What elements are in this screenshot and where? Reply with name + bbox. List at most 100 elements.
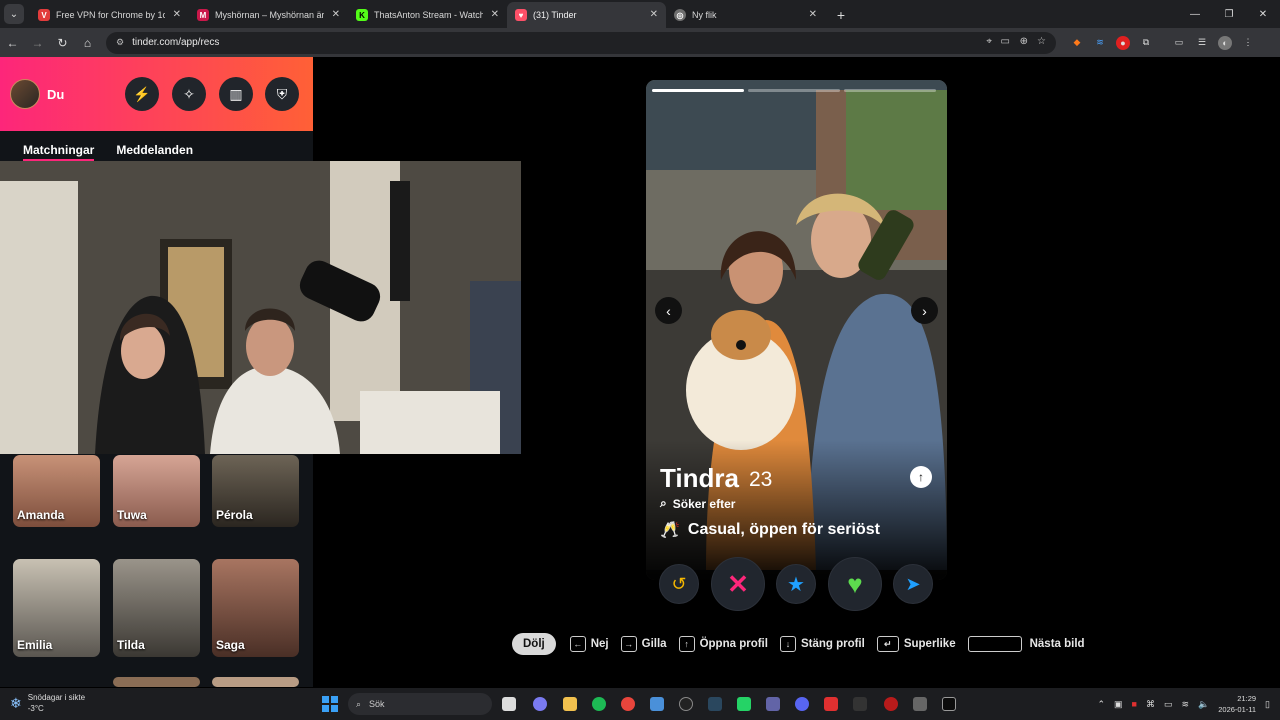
browser-tab[interactable]: M Myshörnan – Myshörnan är san ✕ <box>189 2 348 28</box>
restore-icon[interactable]: ❐ <box>1212 0 1246 28</box>
safety-shield-icon[interactable]: ⛨ <box>265 77 299 111</box>
browser-tab[interactable]: K ThatsAnton Stream - Watch Liv ✕ <box>348 2 507 28</box>
chevron-up-icon[interactable]: ⌃ <box>1097 699 1105 710</box>
explore-compass-icon[interactable]: ✧ <box>172 77 206 111</box>
whatsapp-icon[interactable] <box>737 697 751 711</box>
match-name: Tuwa <box>117 508 147 522</box>
install-app-icon[interactable]: ▭ <box>1001 36 1010 47</box>
wifi-icon[interactable]: ≋ <box>1181 699 1189 710</box>
forward-icon[interactable]: → <box>25 36 50 50</box>
work-briefcase-icon[interactable]: ▥ <box>219 77 253 111</box>
notifications-icon[interactable]: ▯ <box>1265 699 1270 710</box>
browser-tab-active[interactable]: ♥ (31) Tinder ✕ <box>507 2 666 28</box>
profile-card[interactable]: ‹ › Tindra 23 ↑ ⌕ Söker efter 🥂 Casual, … <box>646 80 947 580</box>
match-card[interactable]: Tilda <box>113 559 200 657</box>
bookmark-star-icon[interactable]: ☆ <box>1037 36 1046 47</box>
search-label: Sök <box>369 699 385 709</box>
tab-title: Free VPN for Chrome by 1clickVPN <box>56 10 165 20</box>
shortcut-label: Stäng profil <box>800 638 865 650</box>
nope-button[interactable]: ✕ <box>711 557 765 611</box>
tool-icon[interactable] <box>913 697 927 711</box>
shortcut-close-profile: ↓ Stäng profil <box>779 636 865 652</box>
extensions-puzzle-icon[interactable]: ⧉ <box>1139 36 1153 50</box>
arrow-left-key-icon: ← <box>569 636 586 652</box>
clock[interactable]: 21:29 2026-01-11 <box>1218 693 1256 715</box>
close-icon[interactable]: ✕ <box>491 9 499 20</box>
adblock-icon[interactable]: ● <box>1116 35 1130 50</box>
boost-icon[interactable]: ⚡ <box>125 77 159 111</box>
terminal-icon[interactable] <box>942 697 956 711</box>
close-window-icon[interactable]: ✕ <box>1246 0 1280 28</box>
vpn-extension-icon[interactable]: ≋ <box>1093 36 1107 50</box>
site-info-icon[interactable]: ⚙ <box>116 37 124 48</box>
weather-widget[interactable]: ❄ Snödagar i sikte -3°C <box>10 692 85 714</box>
new-tab-button[interactable]: + <box>831 5 851 25</box>
tab-matches[interactable]: Matchningar <box>23 143 95 161</box>
profile-avatar-icon[interactable]: ◐ <box>1218 35 1232 50</box>
zoom-icon[interactable]: ⊕ <box>1020 36 1028 47</box>
arrow-down-key-icon: ↓ <box>779 636 796 652</box>
close-icon[interactable]: ✕ <box>809 9 817 20</box>
tab-messages[interactable]: Meddelanden <box>116 143 193 161</box>
photo-indicator[interactable] <box>844 89 936 92</box>
spotify-icon[interactable] <box>592 697 606 711</box>
match-card[interactable]: Tuwa <box>113 455 200 527</box>
copilot-icon[interactable] <box>533 697 547 711</box>
tray-red-icon[interactable]: ■ <box>1132 699 1137 709</box>
close-icon[interactable]: ✕ <box>332 9 340 20</box>
browser-tab[interactable]: ◎ Ny flik ✕ <box>666 2 825 28</box>
display-icon[interactable]: ▭ <box>1164 699 1173 710</box>
open-profile-arrow-icon[interactable]: ↑ <box>910 466 932 488</box>
taskbar-search[interactable]: ⌕ Sök <box>348 693 492 715</box>
record-icon[interactable] <box>884 697 898 711</box>
tinder-icon: ♥ <box>515 9 527 21</box>
back-icon[interactable]: ← <box>0 36 25 50</box>
capcut-icon[interactable] <box>853 697 867 711</box>
tray-app-icon[interactable]: ▣ <box>1114 699 1123 710</box>
volume-icon[interactable]: 🔈 <box>1198 699 1209 710</box>
match-card[interactable]: Pérola <box>212 455 299 527</box>
reload-icon[interactable]: ↻ <box>50 36 75 50</box>
teams-icon[interactable] <box>766 697 780 711</box>
obs-icon[interactable] <box>679 697 693 711</box>
steam-icon[interactable] <box>708 697 722 711</box>
like-button[interactable]: ♥ <box>828 557 882 611</box>
arrow-right-key-icon: → <box>620 636 637 652</box>
tab-search-button[interactable]: ⌄ <box>4 4 24 24</box>
shortcut-like: → Gilla <box>620 636 667 652</box>
cast-icon[interactable]: ▭ <box>1172 36 1186 50</box>
browser-tab[interactable]: V Free VPN for Chrome by 1clickVPN ✕ <box>30 2 189 28</box>
windows-start-icon[interactable] <box>322 696 338 712</box>
minimize-icon[interactable]: — <box>1178 0 1212 28</box>
photo-indicator[interactable] <box>652 89 744 92</box>
previous-photo-icon[interactable]: ‹ <box>655 297 682 324</box>
close-icon[interactable]: ✕ <box>173 9 181 20</box>
match-card[interactable] <box>113 677 200 687</box>
task-view-icon[interactable] <box>502 697 516 711</box>
close-icon[interactable]: ✕ <box>650 9 658 20</box>
app-red-icon[interactable] <box>824 697 838 711</box>
match-card[interactable] <box>212 677 299 687</box>
address-bar[interactable]: ⚙ tinder.com/app/recs ⌖ ▭ ⊕ ☆ <box>106 31 1056 54</box>
metamask-icon[interactable]: ◆ <box>1070 36 1084 50</box>
match-card[interactable]: Amanda <box>13 455 100 527</box>
file-explorer-icon[interactable] <box>563 697 577 711</box>
rewind-button[interactable]: ↺ <box>659 564 699 604</box>
chrome-taskbar-icon[interactable] <box>621 697 635 711</box>
photo-indicator[interactable] <box>748 89 840 92</box>
profile-age: 23 <box>749 468 773 491</box>
hide-shortcuts-button[interactable]: Dölj <box>512 633 556 655</box>
tab-list-icon[interactable]: ☰ <box>1195 36 1209 50</box>
menu-icon[interactable]: ⋮ <box>1241 36 1255 50</box>
boost-send-button[interactable]: ➤ <box>893 564 933 604</box>
match-card[interactable]: Emilia <box>13 559 100 657</box>
app-window-icon[interactable] <box>650 697 664 711</box>
location-icon[interactable]: ⌖ <box>986 36 992 47</box>
avatar[interactable] <box>10 79 40 109</box>
next-photo-icon[interactable]: › <box>911 297 938 324</box>
tray-network-icon[interactable]: ⌘ <box>1146 699 1155 710</box>
discord-icon[interactable] <box>795 697 809 711</box>
home-icon[interactable]: ⌂ <box>75 36 100 50</box>
match-card[interactable]: Saga <box>212 559 299 657</box>
superlike-button[interactable]: ★ <box>776 564 816 604</box>
